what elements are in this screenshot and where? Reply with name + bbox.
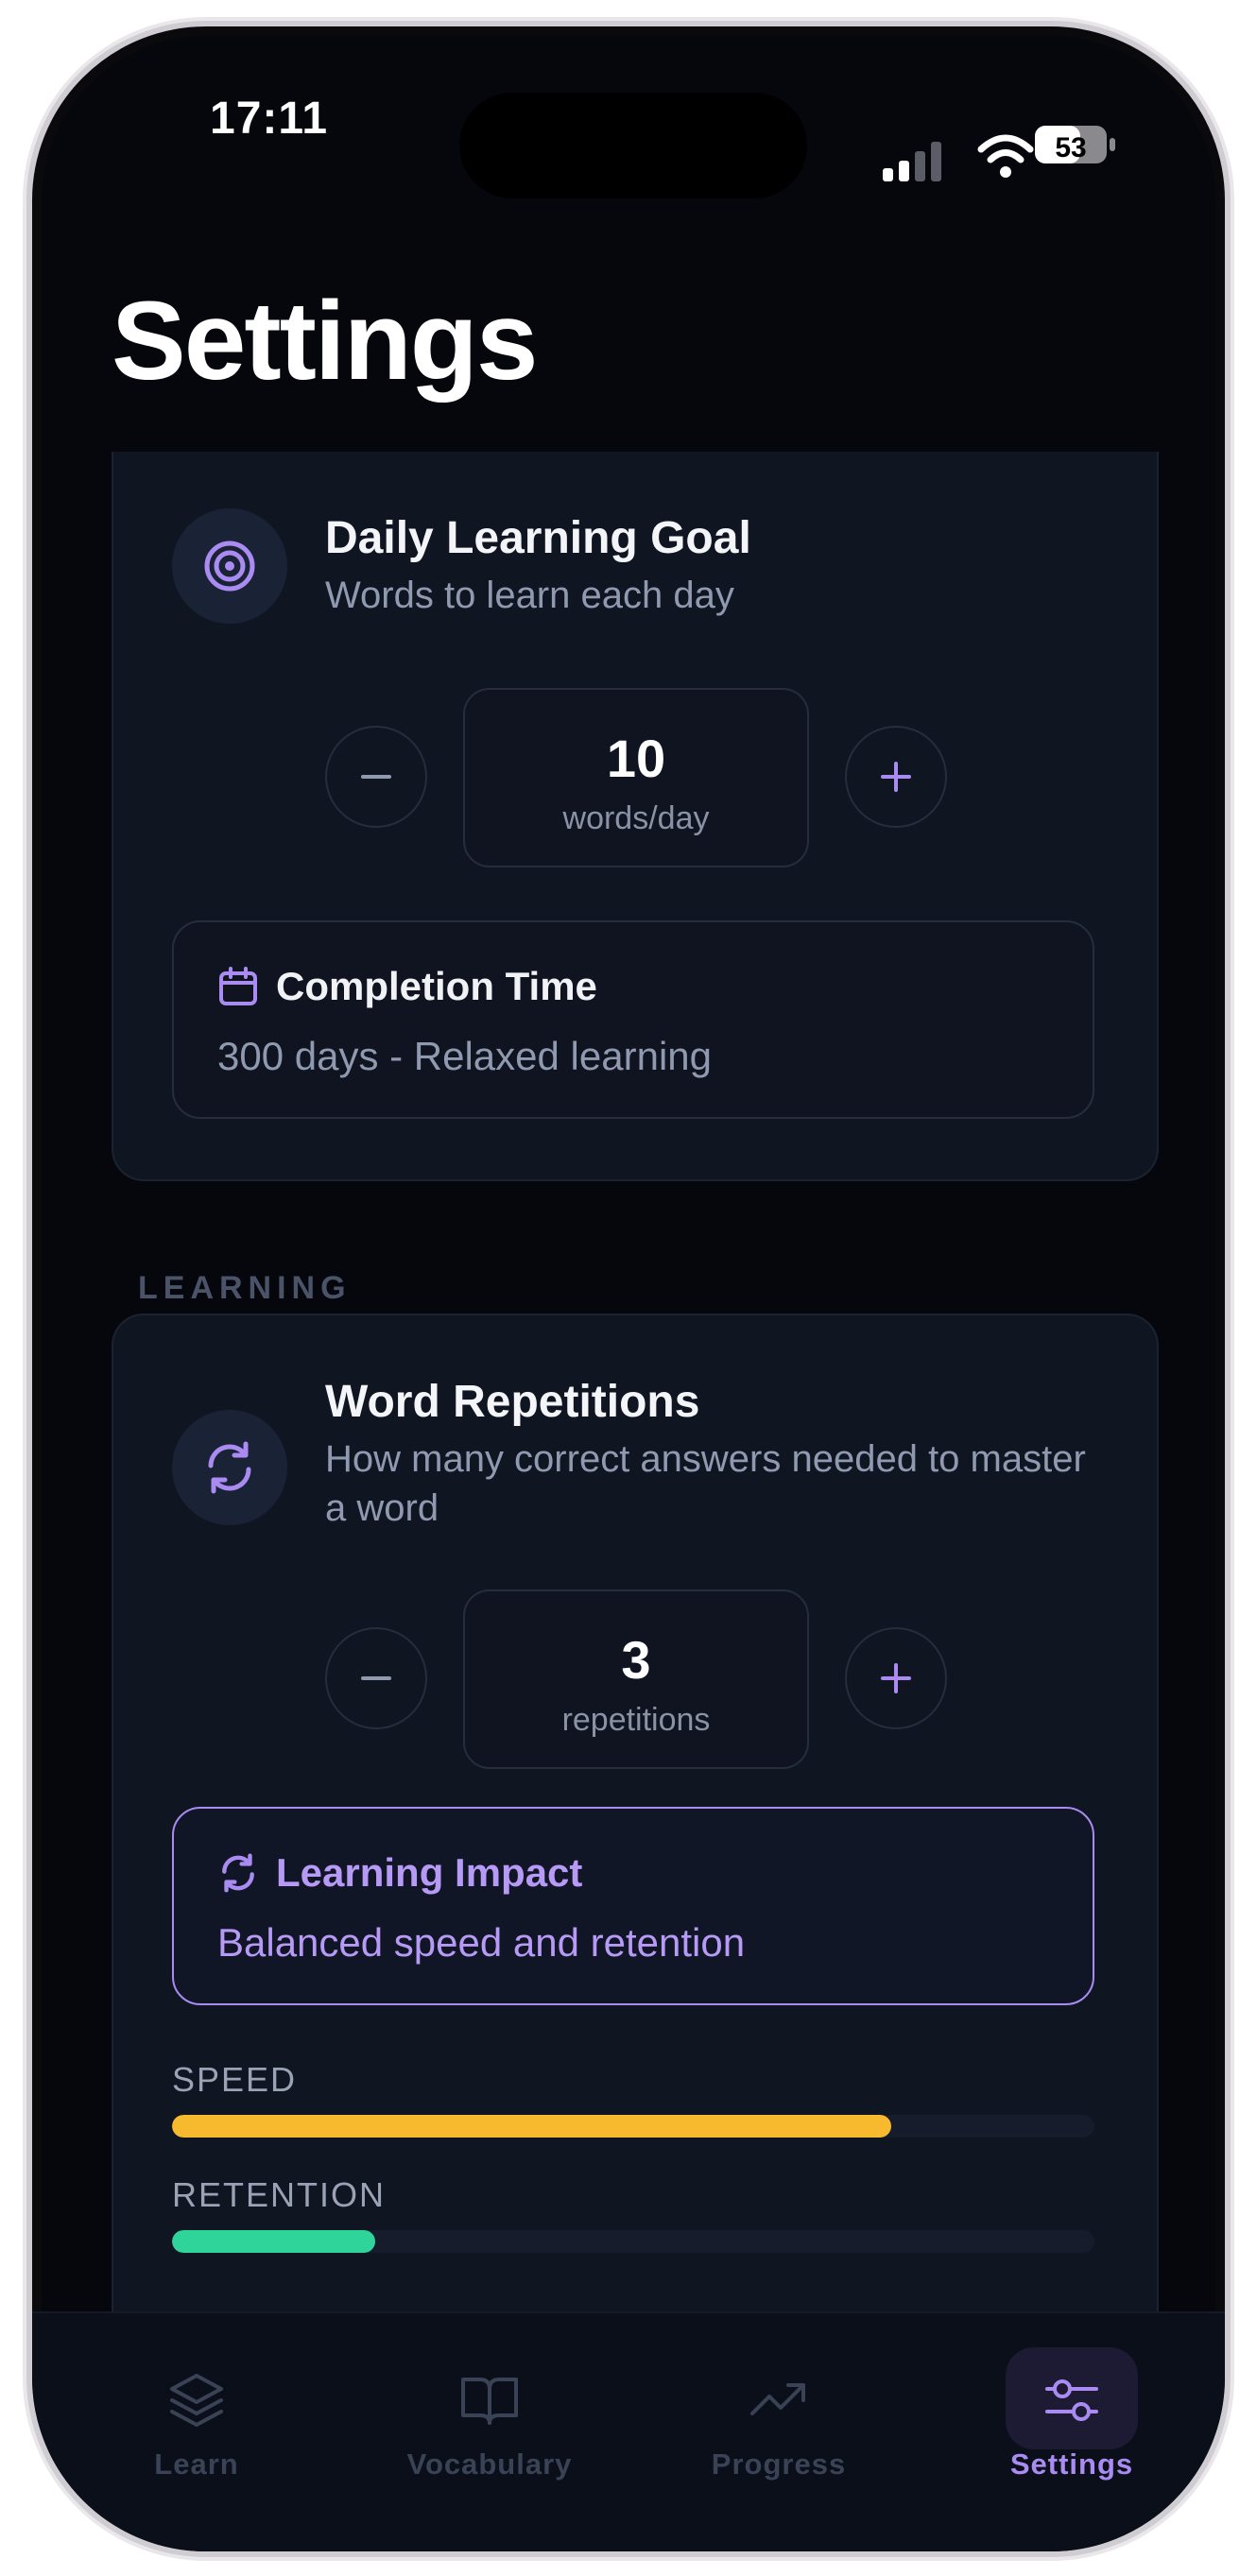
goal-value-display: 10 words/day bbox=[463, 688, 809, 867]
repetitions-value-display: 3 repetitions bbox=[463, 1589, 809, 1769]
speed-label: SPEED bbox=[172, 2060, 298, 2099]
word-repetitions-card: Word Repetitions How many correct answer… bbox=[112, 1314, 1159, 2353]
retention-label: RETENTION bbox=[172, 2175, 387, 2214]
tab-progress[interactable]: Progress bbox=[684, 2313, 873, 2483]
daily-goal-card: Daily Learning Goal Words to learn each … bbox=[112, 452, 1159, 1181]
retention-meter bbox=[172, 2230, 1094, 2253]
cellular-signal-icon bbox=[883, 142, 941, 181]
repetitions-value: 3 bbox=[621, 1630, 651, 1690]
minus-icon bbox=[361, 1676, 391, 1680]
goal-value: 10 bbox=[606, 729, 666, 788]
speed-meter-fill bbox=[172, 2115, 892, 2138]
goal-decrement-button[interactable] bbox=[325, 726, 427, 828]
impact-title: Learning Impact bbox=[276, 1850, 583, 1895]
book-icon bbox=[461, 2378, 518, 2425]
refresh-icon bbox=[172, 1410, 287, 1525]
phone-frame: 17:11 53 Settings Daily Learning Goal Wo… bbox=[26, 21, 1231, 2557]
goal-title: Daily Learning Goal bbox=[325, 513, 751, 563]
tab-settings-label: Settings bbox=[1009, 2447, 1134, 2481]
goal-unit: words/day bbox=[562, 800, 710, 836]
completion-title: Completion Time bbox=[276, 964, 597, 1008]
wifi-icon bbox=[977, 134, 1034, 178]
target-icon bbox=[172, 508, 287, 624]
tab-progress-label: Progress bbox=[711, 2447, 847, 2481]
impact-text: Balanced speed and retention bbox=[217, 1920, 746, 1965]
repetitions-title: Word Repetitions bbox=[325, 1377, 700, 1427]
tab-vocabulary-label: Vocabulary bbox=[406, 2447, 573, 2481]
tab-settings[interactable]: Settings bbox=[977, 2313, 1166, 2483]
refresh-icon bbox=[222, 1853, 254, 1893]
repetitions-increment-button[interactable] bbox=[845, 1627, 947, 1729]
trending-up-icon bbox=[750, 2383, 805, 2415]
plus-icon bbox=[881, 1663, 911, 1693]
learning-impact-box: Learning Impact Balanced speed and reten… bbox=[172, 1807, 1094, 2005]
goal-subtitle: Words to learn each day bbox=[325, 575, 734, 616]
tab-learn[interactable]: Learn bbox=[102, 2313, 291, 2483]
completion-time-box: Completion Time 300 days - Relaxed learn… bbox=[172, 920, 1094, 1119]
battery-level: 53 bbox=[1055, 132, 1086, 163]
speed-meter bbox=[172, 2115, 1094, 2138]
repetitions-unit: repetitions bbox=[561, 1702, 711, 1738]
dynamic-island bbox=[459, 93, 807, 198]
sliders-icon bbox=[1045, 2379, 1098, 2421]
minus-icon bbox=[361, 775, 391, 779]
calendar-icon bbox=[219, 967, 257, 1005]
tab-vocabulary[interactable]: Vocabulary bbox=[395, 2313, 584, 2483]
tab-learn-label: Learn bbox=[154, 2447, 239, 2481]
tab-bar: Learn Vocabulary Progress Settings bbox=[32, 2311, 1225, 2551]
goal-increment-button[interactable] bbox=[845, 726, 947, 828]
section-label-learning: LEARNING bbox=[138, 1270, 352, 1306]
repetitions-decrement-button[interactable] bbox=[325, 1627, 427, 1729]
completion-text: 300 days - Relaxed learning bbox=[217, 1034, 712, 1078]
repetitions-subtitle: How many correct answers needed to maste… bbox=[325, 1438, 1086, 1529]
page-title: Settings bbox=[112, 279, 538, 404]
layers-icon bbox=[170, 2374, 223, 2427]
plus-icon bbox=[881, 762, 911, 792]
status-time: 17:11 bbox=[210, 94, 329, 144]
battery-icon: 53 bbox=[1035, 126, 1115, 163]
retention-meter-fill bbox=[172, 2230, 375, 2253]
